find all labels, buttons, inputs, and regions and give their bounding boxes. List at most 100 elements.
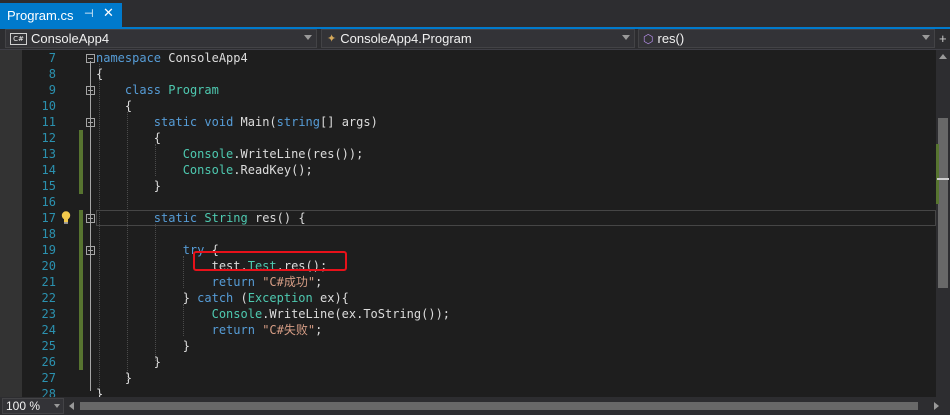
- code-text: }: [96, 386, 103, 397]
- horizontal-scrollbar[interactable]: [80, 402, 925, 410]
- code-token: "C#失败": [262, 323, 316, 337]
- code-line[interactable]: 24 return "C#失败";: [0, 322, 936, 338]
- code-line[interactable]: 15 }: [0, 178, 936, 194]
- code-token: return: [211, 275, 255, 289]
- collapse-icon[interactable]: [86, 118, 95, 127]
- code-line[interactable]: 19 try {: [0, 242, 936, 258]
- code-line[interactable]: 9 class Program: [0, 82, 936, 98]
- horizontal-scroll-thumb[interactable]: [80, 402, 918, 410]
- line-number: 22: [41, 291, 56, 305]
- vertical-scroll-thumb[interactable]: [938, 118, 948, 288]
- collapse-icon[interactable]: [86, 246, 95, 255]
- change-tracking-marker: [79, 130, 83, 146]
- code-line[interactable]: 22 } catch (Exception ex){: [0, 290, 936, 306]
- line-number: 15: [41, 179, 56, 193]
- code-token: Main(: [233, 115, 277, 129]
- code-token: }: [96, 387, 104, 397]
- code-token: Console: [182, 163, 234, 177]
- change-tracking-marker: [79, 258, 83, 274]
- line-number: 11: [41, 115, 56, 129]
- code-text: {: [96, 66, 103, 82]
- code-token: .WriteLine(res());: [233, 147, 364, 161]
- code-token: class: [124, 83, 162, 97]
- code-token: Exception: [247, 291, 313, 305]
- code-text: return "C#成功";: [96, 274, 323, 290]
- line-number: 18: [41, 227, 56, 241]
- change-tracking-marker: [79, 322, 83, 338]
- code-line[interactable]: 26 }: [0, 354, 936, 370]
- code-token: ConsoleApp4: [161, 51, 248, 65]
- zoom-dropdown[interactable]: 100 %: [2, 398, 64, 414]
- code-text: Console.WriteLine(res());: [96, 146, 364, 162]
- code-token: {: [96, 99, 133, 113]
- code-token: {: [96, 67, 104, 81]
- code-line[interactable]: 27 }: [0, 370, 936, 386]
- change-indicator-mark: [936, 144, 939, 204]
- code-token: }: [96, 291, 198, 305]
- code-line[interactable]: 20 test.Test.res();: [0, 258, 936, 274]
- type-dropdown-label: ConsoleApp4.Program: [340, 31, 472, 46]
- code-token: string: [276, 115, 321, 129]
- code-editor[interactable]: 7 namespace ConsoleApp4 8{9 class Program 1…: [0, 50, 936, 397]
- caret-position-mark: [937, 178, 949, 180]
- code-line[interactable]: 18: [0, 226, 936, 242]
- code-token: res() {: [247, 211, 306, 225]
- document-tab-strip: Program.cs ⊣ ✕: [0, 0, 950, 27]
- lightbulb-icon[interactable]: [61, 211, 71, 224]
- code-line[interactable]: 21 return "C#成功";: [0, 274, 936, 290]
- code-text: static String res() {: [96, 210, 306, 226]
- line-number: 21: [41, 275, 56, 289]
- code-line[interactable]: 8{: [0, 66, 936, 82]
- vertical-scrollbar[interactable]: [936, 50, 950, 397]
- class-icon: ✦: [327, 33, 337, 45]
- code-line[interactable]: 10 {: [0, 98, 936, 114]
- line-number: 16: [41, 195, 56, 209]
- split-window-icon[interactable]: +: [939, 31, 947, 46]
- code-line[interactable]: 11 static void Main(string[] args): [0, 114, 936, 130]
- code-token: }: [96, 355, 162, 369]
- chevron-down-icon: [922, 35, 930, 40]
- code-line[interactable]: 14 Console.ReadKey();: [0, 162, 936, 178]
- line-number: 23: [41, 307, 56, 321]
- code-text: {: [96, 98, 132, 114]
- pin-icon[interactable]: ⊣: [84, 7, 94, 20]
- project-dropdown[interactable]: C# ConsoleApp4: [5, 29, 317, 48]
- code-line[interactable]: 17 static String res() {: [0, 210, 936, 226]
- tab-program-cs[interactable]: Program.cs ⊣ ✕: [0, 3, 122, 27]
- code-line[interactable]: 23 Console.WriteLine(ex.ToString());: [0, 306, 936, 322]
- collapse-icon[interactable]: [86, 54, 95, 63]
- code-text: namespace ConsoleApp4: [96, 50, 248, 66]
- code-token: {: [96, 131, 162, 145]
- code-line[interactable]: 12 {: [0, 130, 936, 146]
- code-line[interactable]: 16: [0, 194, 936, 210]
- line-number: 24: [41, 323, 56, 337]
- chevron-down-icon: [622, 35, 630, 40]
- code-line[interactable]: 7 namespace ConsoleApp4: [0, 50, 936, 66]
- code-token: .WriteLine(ex.ToString());: [262, 307, 451, 321]
- scroll-right-icon[interactable]: [934, 402, 939, 410]
- code-line[interactable]: 25 }: [0, 338, 936, 354]
- zoom-level: 100 %: [6, 399, 41, 413]
- code-line[interactable]: 13 Console.WriteLine(res());: [0, 146, 936, 162]
- member-dropdown-label: res(): [657, 31, 685, 46]
- collapse-icon[interactable]: [86, 214, 95, 223]
- close-icon[interactable]: ✕: [103, 5, 114, 21]
- code-token: static: [153, 115, 198, 129]
- change-tracking-marker: [79, 274, 83, 290]
- code-token: ;: [315, 275, 323, 289]
- code-text: }: [96, 178, 161, 194]
- method-icon: ⬡: [643, 31, 654, 46]
- code-line[interactable]: 28}: [0, 386, 936, 397]
- scroll-left-icon[interactable]: [69, 402, 74, 410]
- line-number: 7: [48, 51, 56, 65]
- collapse-icon[interactable]: [86, 86, 95, 95]
- code-token: ex){: [312, 291, 349, 305]
- change-tracking-marker: [79, 178, 83, 194]
- member-dropdown[interactable]: ⬡ res(): [638, 29, 935, 48]
- scroll-up-icon[interactable]: [939, 54, 947, 59]
- type-dropdown[interactable]: ✦ ConsoleApp4.Program: [321, 29, 635, 48]
- code-token: "C#成功": [262, 275, 316, 289]
